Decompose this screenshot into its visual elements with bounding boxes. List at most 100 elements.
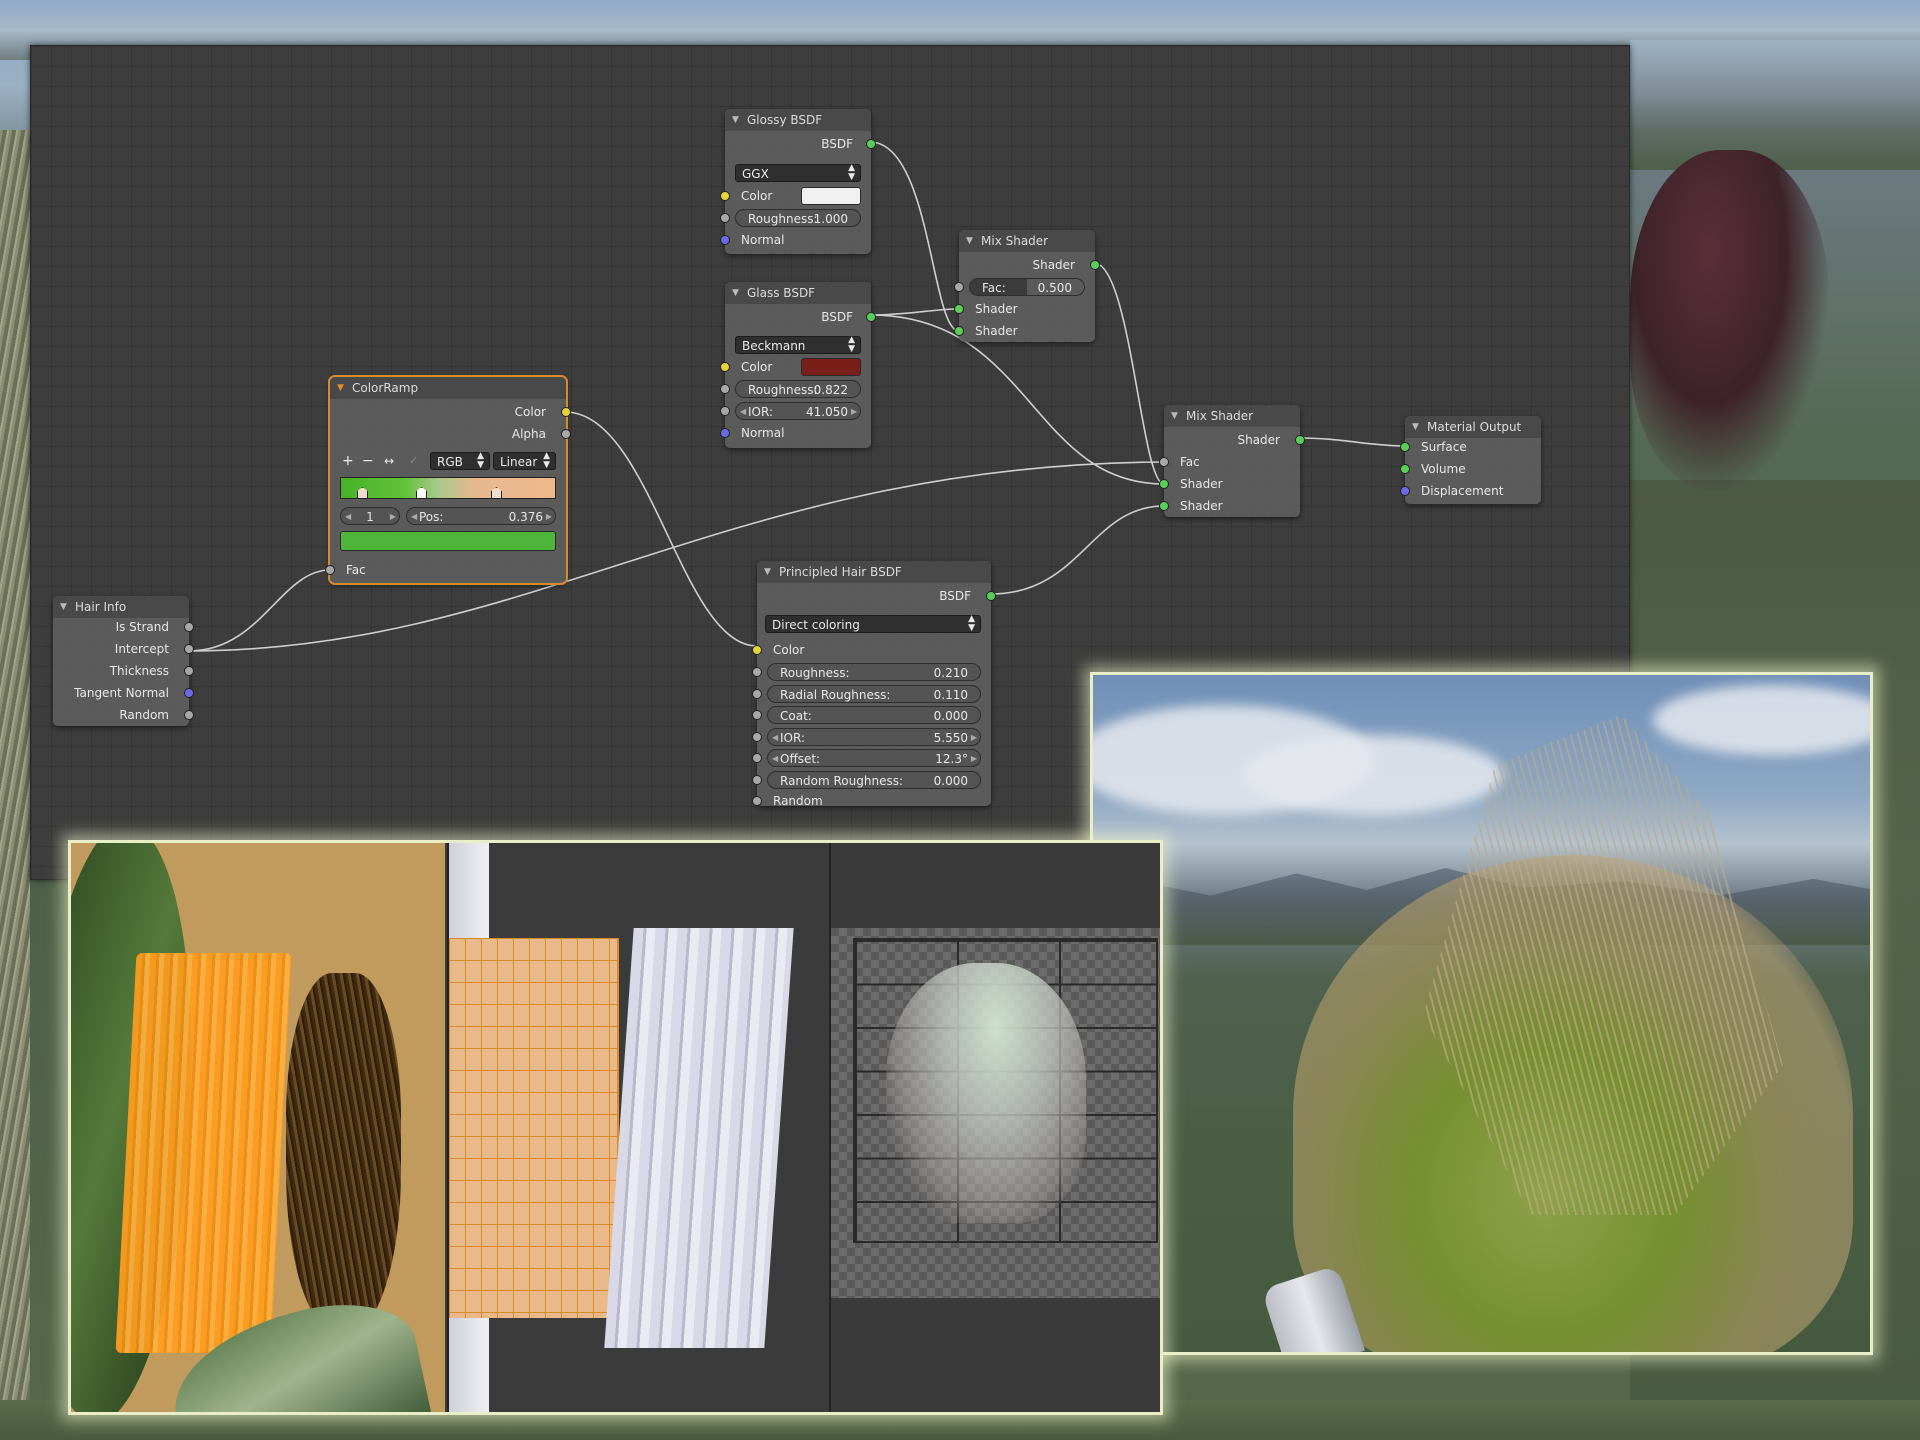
collapse-icon[interactable]: ▼ [337, 377, 344, 399]
stop-index-field[interactable]: ◀ 1 ▶ [340, 507, 400, 525]
roughness-socket[interactable] [752, 667, 762, 677]
color-mode-dropdown[interactable]: RGB ▲ ▼ [430, 452, 490, 470]
normal-socket[interactable] [720, 428, 730, 438]
output-alpha-socket[interactable] [561, 429, 571, 439]
output-socket[interactable] [184, 622, 194, 632]
collapse-icon[interactable]: ▼ [60, 596, 67, 618]
decrement-icon[interactable]: ◀ [772, 729, 778, 747]
decrement-icon[interactable]: ◀ [345, 508, 351, 526]
random-roughness-socket[interactable] [752, 775, 762, 785]
color-socket[interactable] [720, 362, 730, 372]
radial-roughness-field[interactable]: Radial Roughness: 0.110 [767, 685, 981, 703]
ior-socket[interactable] [752, 732, 762, 742]
fac-socket[interactable] [1159, 457, 1169, 467]
normal-socket[interactable] [720, 235, 730, 245]
collapse-icon[interactable]: ▼ [732, 109, 739, 131]
interpolation-dropdown[interactable]: Linear ▲ ▼ [493, 452, 556, 470]
output-socket[interactable] [184, 666, 194, 676]
roughness-socket[interactable] [720, 384, 730, 394]
fac-field[interactable]: Fac: 0.500 [969, 278, 1085, 296]
decrement-icon[interactable]: ◀ [772, 750, 778, 768]
shader-input-socket[interactable] [954, 326, 964, 336]
increment-icon[interactable]: ▶ [971, 750, 977, 768]
active-stop-color-swatch[interactable] [340, 531, 556, 551]
mix-shader-node-1[interactable]: ▼ Mix Shader Shader Fac: 0.500 Shader Shad… [954, 230, 1100, 342]
viewport-wireframe[interactable] [447, 843, 827, 1412]
position-field[interactable]: ◀ Pos: 0.376 ▶ [406, 507, 556, 525]
node-header[interactable]: ▼ Mix Shader [1164, 405, 1300, 427]
decrement-icon[interactable]: ◀ [411, 508, 417, 526]
output-socket[interactable] [184, 644, 194, 654]
node-header[interactable]: ▼ Hair Info [53, 596, 189, 618]
ior-field[interactable]: ◀ IOR: 41.050 ▶ [735, 402, 861, 420]
output-socket[interactable] [1295, 435, 1305, 445]
output-color-socket[interactable] [561, 407, 571, 417]
output-socket[interactable] [1090, 260, 1100, 270]
node-header[interactable]: ▼ Glossy BSDF [725, 109, 871, 131]
node-header[interactable]: ▼ ColorRamp [330, 377, 566, 399]
increment-icon[interactable]: ▶ [851, 403, 857, 421]
glass-bsdf-node[interactable]: ▼ Glass BSDF BSDF Beckmann ▲ ▼ Color Roughn… [720, 282, 876, 448]
output-socket[interactable] [184, 688, 194, 698]
random-roughness-field[interactable]: Random Roughness: 0.000 [767, 771, 981, 789]
node-header[interactable]: ▼ Material Output [1405, 416, 1541, 438]
random-socket[interactable] [752, 796, 762, 806]
material-output-node[interactable]: ▼ Material Output Surface Volume Displace… [1400, 416, 1541, 504]
increment-icon[interactable]: ▶ [971, 729, 977, 747]
offset-field[interactable]: ◀ Offset: 12.3° ▶ [767, 749, 981, 767]
output-socket[interactable] [986, 591, 996, 601]
increment-icon[interactable]: ▶ [390, 508, 396, 526]
collapse-icon[interactable]: ▼ [1171, 405, 1178, 427]
collapse-icon[interactable]: ▼ [732, 282, 739, 304]
color-ramp-gradient[interactable] [340, 477, 556, 499]
volume-socket[interactable] [1400, 464, 1410, 474]
viewport-mesh-cards[interactable] [71, 843, 445, 1412]
coat-field[interactable]: Coat: 0.000 [767, 706, 981, 724]
colorramp-node[interactable]: ▼ ColorRamp Color Alpha + − ↔ ✓ RGB ▲ ▼ Lin… [325, 375, 571, 585]
roughness-socket[interactable] [720, 213, 730, 223]
roughness-field[interactable]: Roughness: 0.822 [735, 380, 861, 398]
flip-ramp-button[interactable]: ↔ [384, 452, 394, 470]
decrement-icon[interactable]: ◀ [740, 403, 746, 421]
increment-icon[interactable]: ▶ [546, 508, 552, 526]
color-swatch[interactable] [801, 358, 861, 376]
mix-shader-node-2[interactable]: ▼ Mix Shader Shader Fac Shader Shader [1159, 405, 1305, 517]
roughness-field[interactable]: Roughness: 0.210 [767, 663, 981, 681]
offset-socket[interactable] [752, 753, 762, 763]
remove-stop-button[interactable]: − [362, 452, 374, 470]
roughness-field[interactable]: Roughness: 1.000 [735, 209, 861, 227]
node-header[interactable]: ▼ Glass BSDF [725, 282, 871, 304]
glossy-bsdf-node[interactable]: ▼ Glossy BSDF BSDF GGX ▲ ▼ Color Roughness:… [720, 109, 876, 254]
color-swatch[interactable] [801, 187, 861, 205]
color-socket[interactable] [752, 645, 762, 655]
parametrization-dropdown[interactable]: Direct coloring ▲ ▼ [765, 615, 981, 633]
output-socket[interactable] [866, 312, 876, 322]
output-socket[interactable] [184, 710, 194, 720]
collapse-icon[interactable]: ▼ [1412, 416, 1419, 438]
add-stop-button[interactable]: + [342, 452, 354, 470]
collapse-icon[interactable]: ▼ [764, 561, 771, 583]
node-header[interactable]: ▼ Mix Shader [959, 230, 1095, 252]
fac-socket[interactable] [325, 565, 335, 575]
field-value: 41.050 [806, 405, 848, 419]
surface-socket[interactable] [1400, 442, 1410, 452]
radial-roughness-socket[interactable] [752, 689, 762, 699]
color-socket[interactable] [720, 191, 730, 201]
coat-socket[interactable] [752, 710, 762, 720]
distribution-dropdown[interactable]: Beckmann ▲ ▼ [735, 336, 861, 354]
principled-hair-bsdf-node[interactable]: ▼ Principled Hair BSDF BSDF Direct colori… [752, 561, 996, 808]
shader-input-socket[interactable] [1159, 501, 1169, 511]
fac-socket[interactable] [954, 282, 964, 292]
collapse-icon[interactable]: ▼ [966, 230, 973, 252]
ior-field[interactable]: ◀ IOR: 5.550 ▶ [767, 728, 981, 746]
shader-input-socket[interactable] [954, 304, 964, 314]
eyedropper-button[interactable]: ✓ [409, 452, 418, 470]
viewport-texture-atlas[interactable] [829, 843, 1160, 1412]
hair-info-node[interactable]: ▼ Hair Info Is Strand Intercept Thickness… [53, 596, 194, 726]
output-socket[interactable] [866, 139, 876, 149]
displacement-socket[interactable] [1400, 486, 1410, 496]
shader-input-socket[interactable] [1159, 479, 1169, 489]
ior-socket[interactable] [720, 406, 730, 416]
node-header[interactable]: ▼ Principled Hair BSDF [757, 561, 991, 583]
distribution-dropdown[interactable]: GGX ▲ ▼ [735, 164, 861, 182]
